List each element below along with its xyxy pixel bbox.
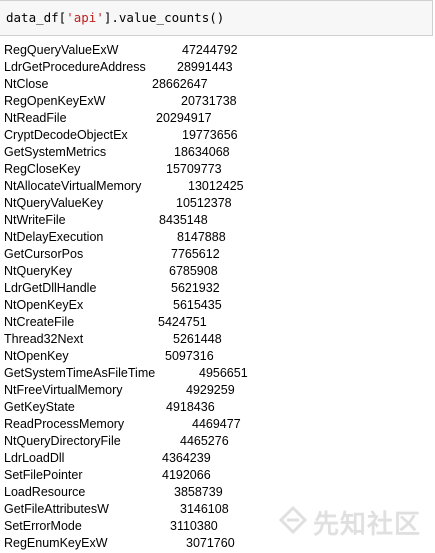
- output-row: ReadProcessMemory 4469477: [4, 416, 424, 433]
- api-name: NtQueryValueKey: [4, 196, 104, 210]
- api-name: NtAllocateVirtualMemory: [4, 179, 142, 193]
- api-count: 19773656: [182, 128, 238, 142]
- api-name: NtDelayExecution: [4, 230, 104, 244]
- api-count: 5615435: [173, 298, 222, 312]
- api-count: 10512378: [176, 196, 232, 210]
- code-suffix: ].value_counts(): [103, 10, 225, 25]
- code-line: data_df['api'].value_counts(): [6, 10, 224, 25]
- api-name: SetFilePointer: [4, 468, 83, 482]
- api-count: 3110380: [170, 519, 218, 533]
- api-count: 3071760: [186, 536, 235, 550]
- output-row: LdrLoadDll 4364239: [4, 450, 424, 467]
- api-count: 15709773: [166, 162, 222, 176]
- api-name: GetKeyState: [4, 400, 75, 414]
- output-row: SetFilePointer 4192066: [4, 467, 424, 484]
- code-prefix: data_df[: [6, 10, 67, 25]
- api-count: 4364239: [162, 451, 211, 465]
- api-name: NtQueryKey: [4, 264, 73, 278]
- api-count: 4465276: [180, 434, 229, 448]
- api-name: LdrGetDllHandle: [4, 281, 97, 295]
- api-count: 5621932: [171, 281, 220, 295]
- output-row: CryptDecodeObjectEx 19773656: [4, 127, 424, 144]
- output-row: RegCloseKey 15709773: [4, 161, 424, 178]
- api-count: 47244792: [182, 43, 238, 57]
- output-row: LdrGetProcedureAddress 28991443: [4, 59, 424, 76]
- output-row: NtWriteFile 8435148: [4, 212, 424, 229]
- api-name: CryptDecodeObjectEx: [4, 128, 128, 142]
- api-count: 20294917: [156, 111, 212, 125]
- api-count: 28991443: [177, 60, 233, 74]
- output-row: GetCursorPos 7765612: [4, 246, 424, 263]
- api-count: 4469477: [192, 417, 241, 431]
- xianzhi-logo-icon: [278, 505, 308, 539]
- api-count: 6785908: [169, 264, 218, 278]
- api-count: 7765612: [171, 247, 220, 261]
- api-name: LdrGetProcedureAddress: [4, 60, 146, 74]
- output-row: RegQueryValueExW 47244792: [4, 42, 424, 59]
- api-name: GetFileAttributesW: [4, 502, 109, 516]
- api-name: GetCursorPos: [4, 247, 84, 261]
- api-name: LoadResource: [4, 485, 86, 499]
- api-name: NtFreeVirtualMemory: [4, 383, 123, 397]
- output-row: LoadResource 3858739: [4, 484, 424, 501]
- output-row: NtAllocateVirtualMemory 13012425: [4, 178, 424, 195]
- api-name: RegOpenKeyExW: [4, 94, 106, 108]
- output-row: RegOpenKeyExW 20731738: [4, 93, 424, 110]
- api-count: 5097316: [165, 349, 214, 363]
- watermark-text: 先知社区: [312, 510, 421, 540]
- api-name: NtOpenKeyEx: [4, 298, 84, 312]
- api-count: 28662647: [152, 77, 208, 91]
- api-count: 3858739: [174, 485, 223, 499]
- output-row: NtQueryValueKey 10512378: [4, 195, 424, 212]
- output-row: NtFreeVirtualMemory 4929259: [4, 382, 424, 399]
- api-count: 4192066: [162, 468, 211, 482]
- cell-output: RegQueryValueExW 47244792 LdrGetProcedureA…: [4, 42, 424, 552]
- api-name: NtCreateFile: [4, 315, 75, 329]
- api-name: GetSystemMetrics: [4, 145, 107, 159]
- api-name: NtReadFile: [4, 111, 67, 125]
- code-string-literal: 'api': [66, 10, 104, 25]
- api-count: 18634068: [174, 145, 230, 159]
- watermark: 先知社区: [278, 504, 421, 541]
- output-row: NtOpenKeyEx 5615435: [4, 297, 424, 314]
- output-row: NtClose 28662647: [4, 76, 424, 93]
- api-name: NtClose: [4, 77, 49, 91]
- api-count: 4918436: [166, 400, 215, 414]
- api-count: 5261448: [173, 332, 222, 346]
- api-count: 4956651: [199, 366, 248, 380]
- api-count: 20731738: [181, 94, 237, 108]
- output-row: NtCreateFile 5424751: [4, 314, 424, 331]
- output-row: NtOpenKey 5097316: [4, 348, 424, 365]
- api-name: RegEnumKeyExW: [4, 536, 108, 550]
- api-count: 13012425: [188, 179, 244, 193]
- output-row: GetKeyState 4918436: [4, 399, 424, 416]
- api-count: 8435148: [159, 213, 208, 227]
- api-name: NtOpenKey: [4, 349, 69, 363]
- api-name: RegQueryValueExW: [4, 43, 119, 57]
- output-row: NtQueryDirectoryFile 4465276: [4, 433, 424, 450]
- api-count: 8147888: [177, 230, 226, 244]
- api-name: NtQueryDirectoryFile: [4, 434, 121, 448]
- api-count: 4929259: [186, 383, 235, 397]
- api-name: ReadProcessMemory: [4, 417, 125, 431]
- code-input-cell[interactable]: data_df['api'].value_counts(): [0, 0, 433, 36]
- output-row: Thread32Next 5261448: [4, 331, 424, 348]
- api-name: RegCloseKey: [4, 162, 81, 176]
- api-name: GetSystemTimeAsFileTime: [4, 366, 156, 380]
- api-name: SetErrorMode: [4, 519, 82, 533]
- output-row: GetSystemMetrics 18634068: [4, 144, 424, 161]
- api-name: NtWriteFile: [4, 213, 66, 227]
- api-count: 3146108: [180, 502, 229, 516]
- output-row: NtDelayExecution 8147888: [4, 229, 424, 246]
- output-row: LdrGetDllHandle 5621932: [4, 280, 424, 297]
- output-row: NtQueryKey 6785908: [4, 263, 424, 280]
- api-name: LdrLoadDll: [4, 451, 65, 465]
- api-name: Thread32Next: [4, 332, 84, 346]
- output-row: NtReadFile 20294917: [4, 110, 424, 127]
- api-count: 5424751: [158, 315, 207, 329]
- output-row: GetSystemTimeAsFileTime 4956651: [4, 365, 424, 382]
